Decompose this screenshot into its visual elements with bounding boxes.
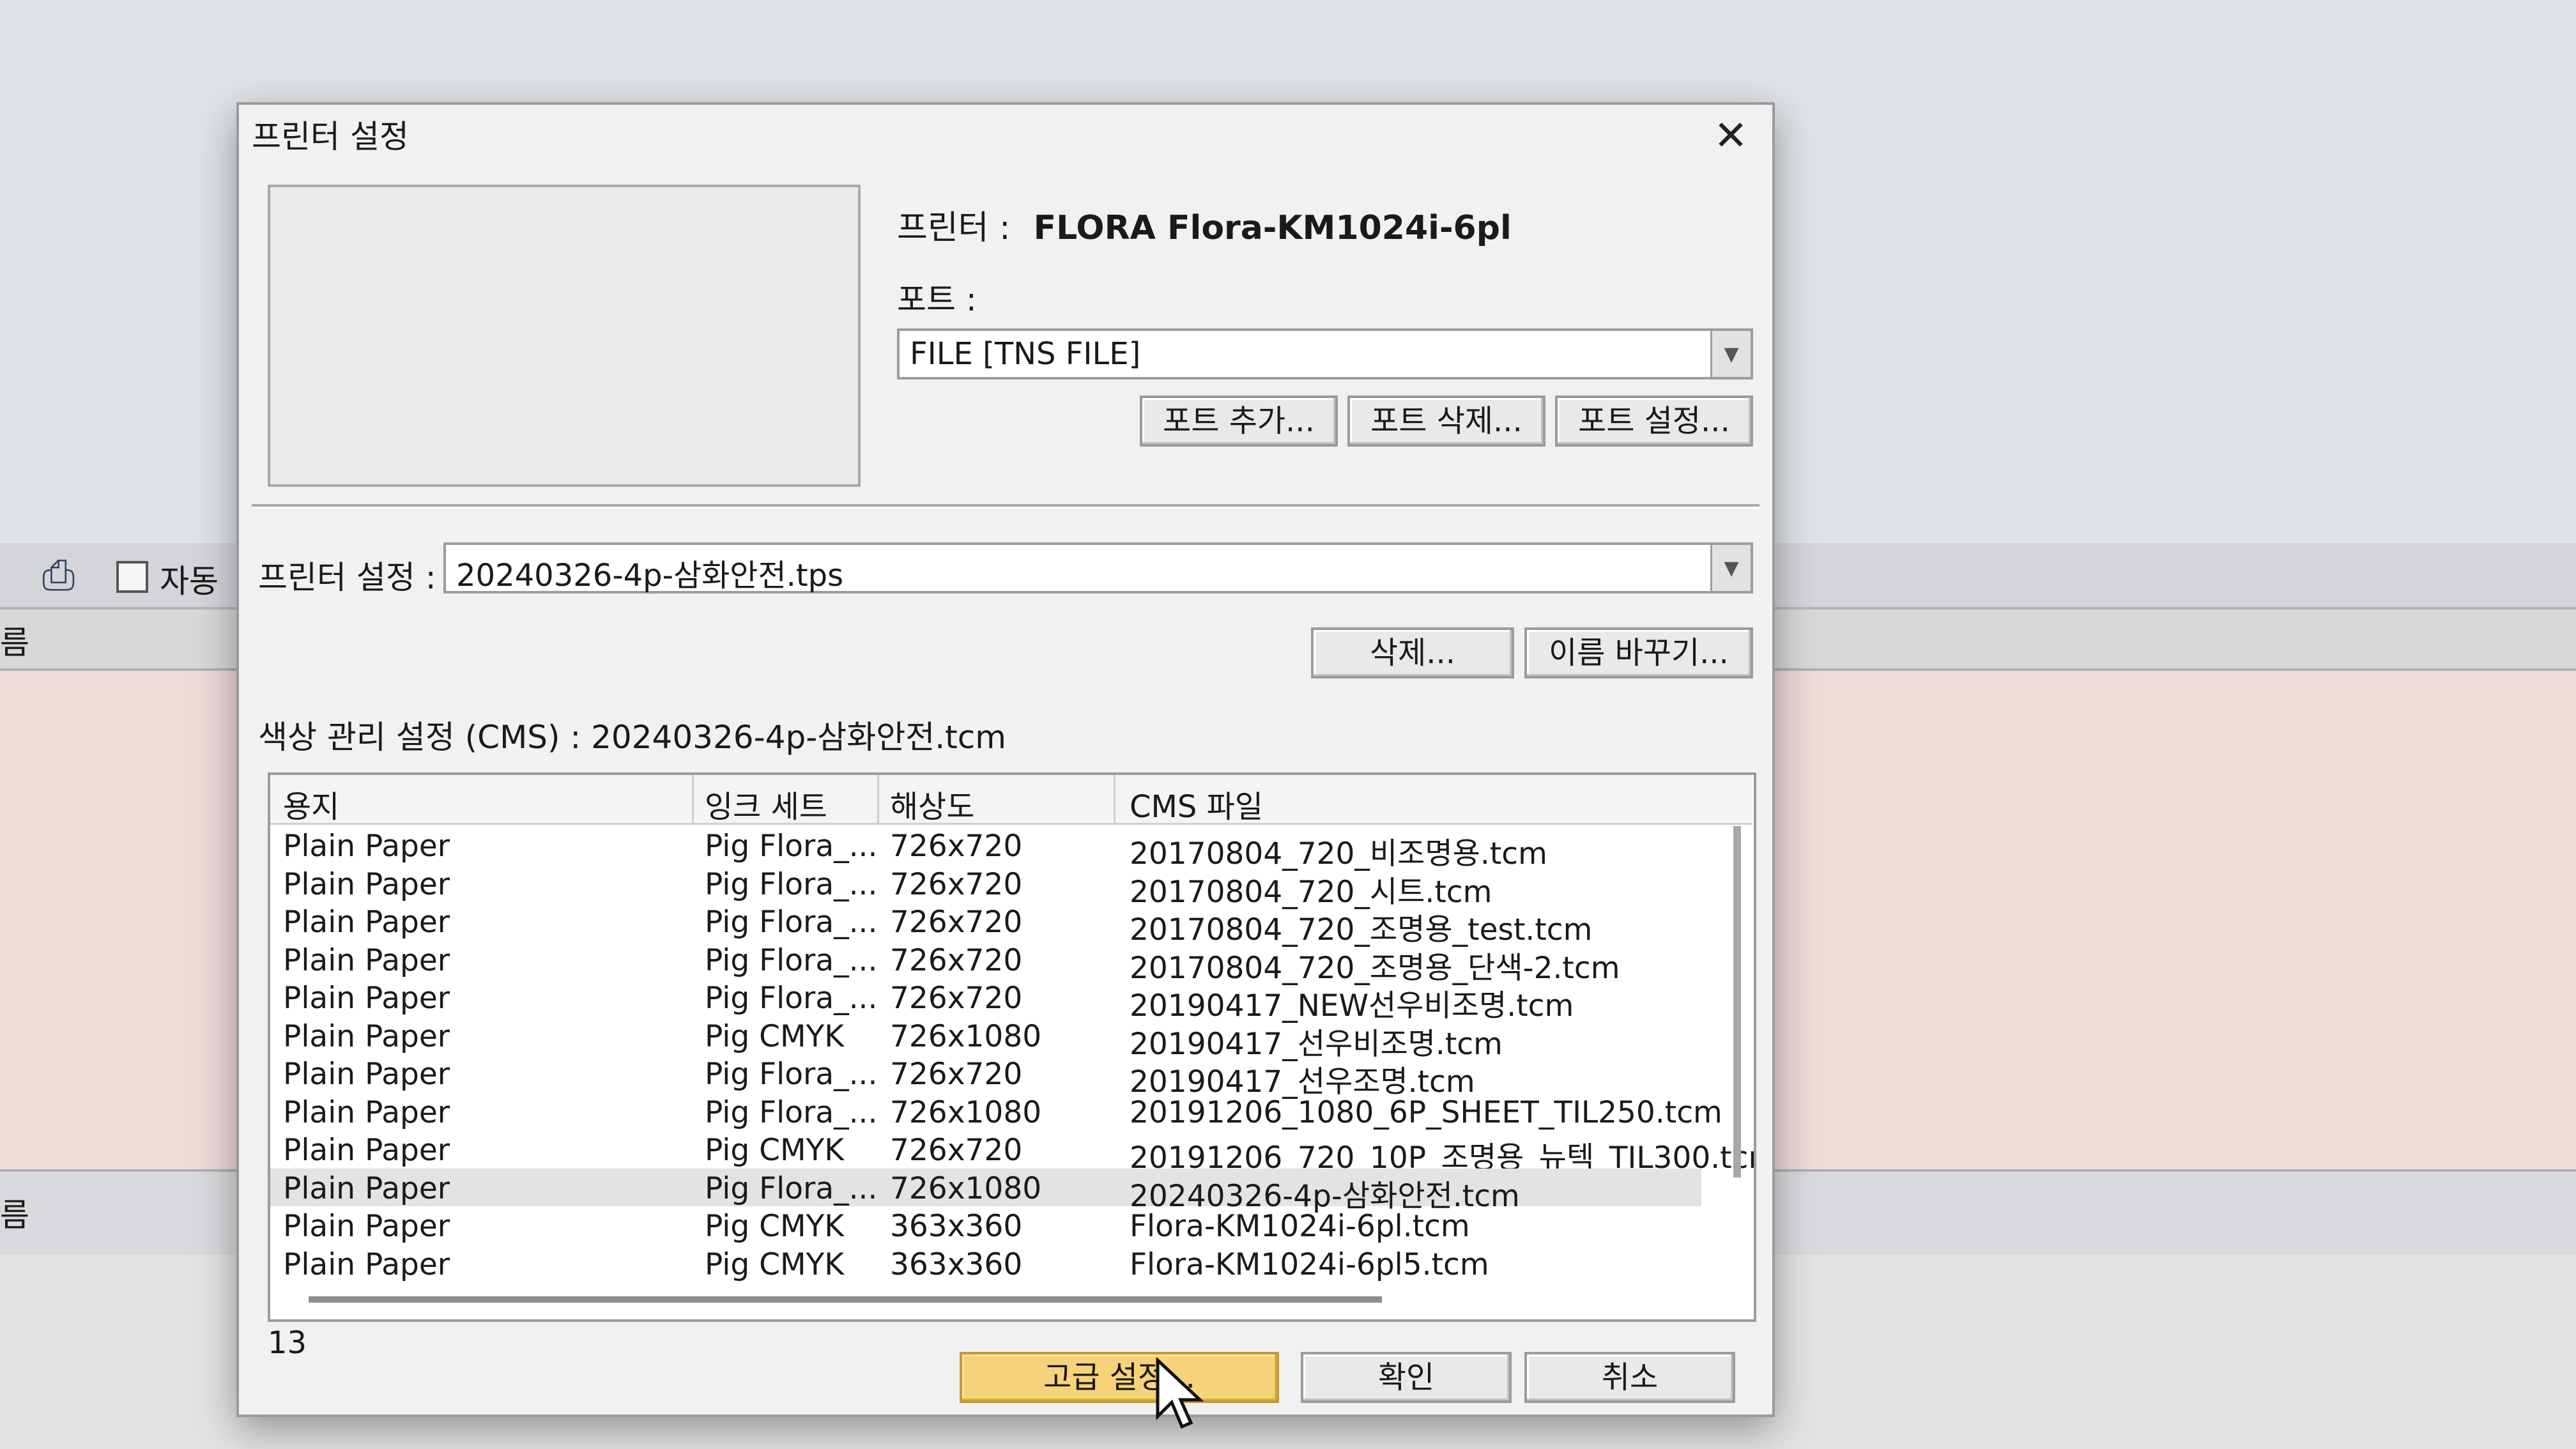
port-settings-button[interactable]: 포트 설정... bbox=[1555, 395, 1753, 447]
printer-settings-value: 20240326-4p-삼화안전.tps bbox=[456, 558, 844, 594]
paper-cell: Plain Paper bbox=[283, 829, 450, 864]
resolution-cell: 726x720 bbox=[890, 942, 1023, 978]
column-header-cms-file[interactable]: CMS 파일 bbox=[1130, 781, 1263, 826]
paper-cell: Plain Paper bbox=[283, 905, 450, 940]
delete-button[interactable]: 삭제... bbox=[1311, 627, 1514, 678]
table-row[interactable]: Plain Paper Pig CMYK 726x720 20191206_720_1… bbox=[270, 1130, 1754, 1176]
ink-set-cell: Pig Flora_... bbox=[705, 866, 878, 902]
resolution-cell: 726x720 bbox=[890, 1057, 1023, 1092]
table-row[interactable]: Plain Paper Pig Flora_... 726x720 20170804_… bbox=[270, 826, 1701, 871]
ink-set-cell: Pig Flora_... bbox=[705, 1094, 878, 1130]
resolution-cell: 726x1080 bbox=[890, 1018, 1042, 1054]
printer-name-line: 프린터 : FLORA Flora-KM1024i-6pl bbox=[897, 201, 1512, 249]
table-row[interactable]: Plain Paper Pig CMYK 363x360 Flora-KM1024i-… bbox=[270, 1206, 1701, 1245]
paper-cell: Plain Paper bbox=[283, 1133, 450, 1168]
column-divider[interactable] bbox=[1114, 775, 1116, 823]
ok-button[interactable]: 확인 bbox=[1301, 1352, 1512, 1403]
printer-settings-select[interactable]: 20240326-4p-삼화안전.tps ▼ bbox=[443, 542, 1753, 594]
port-label: 포트 : bbox=[897, 281, 977, 318]
list-rows: Plain Paper Pig Flora_... 726x720 20170804_… bbox=[270, 826, 1754, 1283]
column-header-ink-set[interactable]: 잉크 세트 bbox=[705, 781, 827, 826]
printer-settings-dialog: 프린터 설정 ✕ 프린터 : FLORA Flora-KM1024i-6pl 포트… bbox=[236, 102, 1775, 1417]
row-count: 13 bbox=[268, 1325, 307, 1361]
paper-cell: Plain Paper bbox=[283, 1094, 450, 1130]
paper-cell: Plain Paper bbox=[283, 1057, 450, 1092]
printer-preview-area bbox=[268, 185, 861, 487]
resolution-cell: 363x360 bbox=[890, 1246, 1023, 1282]
cancel-button[interactable]: 취소 bbox=[1524, 1352, 1735, 1403]
ink-set-cell: Pig Flora_... bbox=[705, 981, 878, 1016]
table-row[interactable]: Plain Paper Pig CMYK 363x360 Flora-KM1024i-… bbox=[270, 1245, 1701, 1283]
resolution-cell: 726x720 bbox=[890, 981, 1023, 1016]
ink-set-cell: Pig Flora_... bbox=[705, 829, 878, 864]
mouse-cursor-icon bbox=[1156, 1358, 1204, 1429]
chevron-down-icon[interactable]: ▼ bbox=[1710, 545, 1751, 591]
cms-settings-label: 색상 관리 설정 (CMS) : 20240326-4p-삼화안전.tcm bbox=[258, 719, 1006, 756]
resolution-cell: 726x1080 bbox=[890, 1170, 1042, 1206]
column-divider[interactable] bbox=[877, 775, 879, 823]
paper-cell: Plain Paper bbox=[283, 1209, 450, 1244]
port-select[interactable]: FILE [TNS FILE] ▼ bbox=[897, 328, 1753, 379]
cms-file-list[interactable]: 용지 잉크 세트 해상도 CMS 파일 Plain Paper Pig Flora… bbox=[268, 772, 1756, 1322]
ink-set-cell: Pig CMYK bbox=[705, 1018, 845, 1054]
auto-checkbox[interactable] bbox=[116, 561, 148, 593]
resolution-cell: 726x1080 bbox=[890, 1094, 1042, 1130]
table-row[interactable]: Plain Paper Pig CMYK 726x1080 20190417_선우비조… bbox=[270, 1016, 1701, 1062]
column-divider[interactable] bbox=[692, 775, 694, 823]
paper-cell: Plain Paper bbox=[283, 1170, 450, 1206]
close-icon[interactable]: ✕ bbox=[1708, 114, 1753, 158]
port-select-value: FILE [TNS FILE] bbox=[910, 336, 1141, 372]
column-header-resolution[interactable]: 해상도 bbox=[890, 781, 974, 826]
ink-set-cell: Pig Flora_... bbox=[705, 1170, 878, 1206]
paper-cell: Plain Paper bbox=[283, 981, 450, 1016]
resolution-cell: 726x720 bbox=[890, 866, 1023, 902]
ink-set-cell: Pig Flora_... bbox=[705, 942, 878, 978]
table-row[interactable]: Plain Paper Pig Flora_... 726x720 20190417_… bbox=[270, 978, 1701, 1023]
paper-cell: Plain Paper bbox=[283, 942, 450, 978]
delete-port-button[interactable]: 포트 삭제... bbox=[1347, 395, 1545, 447]
add-port-button[interactable]: 포트 추가... bbox=[1140, 395, 1338, 447]
table-row[interactable]: Plain Paper Pig Flora_... 726x1080 20191206… bbox=[270, 1092, 1722, 1131]
table-row[interactable]: Plain Paper Pig Flora_... 726x1080 20240326… bbox=[270, 1168, 1701, 1214]
printer-settings-label: 프린터 설정 : bbox=[258, 559, 436, 596]
ink-set-cell: Pig Flora_... bbox=[705, 1057, 878, 1092]
table-row[interactable]: Plain Paper Pig Flora_... 726x720 20190417_… bbox=[270, 1054, 1701, 1100]
paper-cell: Plain Paper bbox=[283, 1246, 450, 1282]
background-bottom-fragment: 름 bbox=[0, 1197, 29, 1234]
resolution-cell: 363x360 bbox=[890, 1209, 1023, 1244]
ink-set-cell: Pig CMYK bbox=[705, 1133, 845, 1168]
paper-cell: Plain Paper bbox=[283, 866, 450, 902]
column-header-paper[interactable]: 용지 bbox=[283, 781, 339, 826]
chevron-down-icon[interactable]: ▼ bbox=[1710, 331, 1751, 377]
printer-name: FLORA Flora-KM1024i-6pl bbox=[1033, 209, 1512, 247]
section-divider bbox=[252, 504, 1759, 509]
resolution-cell: 726x720 bbox=[890, 905, 1023, 940]
ink-set-cell: Pig Flora_... bbox=[705, 905, 878, 940]
cms-file-cell: Flora-KM1024i-6pl.tcm bbox=[1130, 1209, 1470, 1244]
printer-icon[interactable]: ⎙ bbox=[42, 552, 75, 599]
ink-set-cell: Pig CMYK bbox=[705, 1246, 845, 1282]
paper-cell: Plain Paper bbox=[283, 1018, 450, 1054]
table-row[interactable]: Plain Paper Pig Flora_... 726x720 20170804_… bbox=[270, 902, 1701, 947]
ink-set-cell: Pig CMYK bbox=[705, 1209, 845, 1244]
dialog-title: 프린터 설정 bbox=[252, 118, 409, 155]
advanced-settings-button[interactable]: 고급 설정... bbox=[960, 1352, 1279, 1403]
auto-checkbox-label: 자동 bbox=[160, 563, 218, 600]
printer-label: 프린터 : bbox=[897, 209, 1011, 247]
horizontal-scrollbar[interactable] bbox=[309, 1296, 1382, 1303]
cms-file-cell: Flora-KM1024i-6pl5.tcm bbox=[1130, 1246, 1489, 1282]
list-header: 용지 잉크 세트 해상도 CMS 파일 bbox=[270, 775, 1752, 825]
resolution-cell: 726x720 bbox=[890, 829, 1023, 864]
background-header-fragment: 름 bbox=[0, 624, 29, 661]
cms-file-cell: 20191206_1080_6P_SHEET_TIL250.tcm bbox=[1130, 1094, 1722, 1130]
vertical-scrollbar[interactable] bbox=[1733, 826, 1741, 1177]
resolution-cell: 726x720 bbox=[890, 1133, 1023, 1168]
table-row[interactable]: Plain Paper Pig Flora_... 726x720 20170804_… bbox=[270, 864, 1701, 910]
rename-button[interactable]: 이름 바꾸기... bbox=[1524, 627, 1753, 678]
table-row[interactable]: Plain Paper Pig Flora_... 726x720 20170804_… bbox=[270, 940, 1701, 986]
